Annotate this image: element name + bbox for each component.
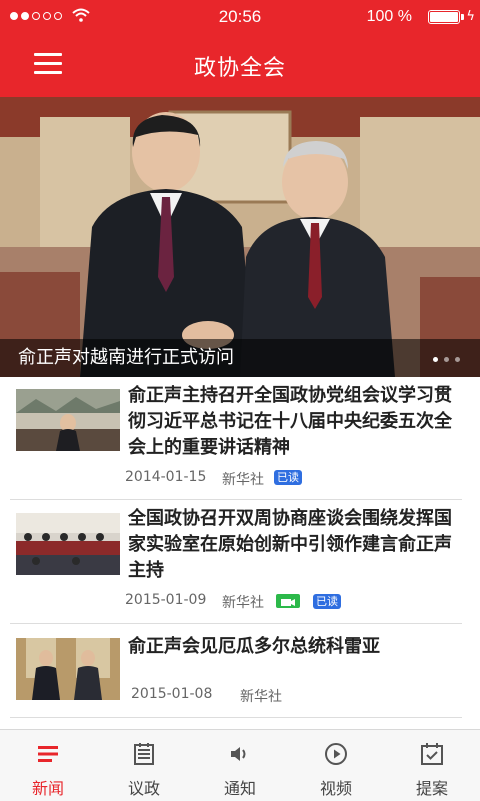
charging-icon: ϟ: [466, 9, 475, 24]
video-camera-icon: [276, 594, 300, 608]
tab-label: 议政: [127, 779, 160, 798]
news-thumbnail: [16, 513, 120, 575]
tab-video[interactable]: 视频: [288, 730, 384, 801]
news-source: 新华社: [240, 689, 282, 705]
proposal-icon: [421, 743, 443, 765]
pager-dot: [444, 357, 449, 362]
battery-percentage: 100 %: [366, 8, 412, 25]
news-thumbnail: [16, 389, 120, 451]
battery-icon: [428, 10, 460, 24]
tab-news[interactable]: 新闻: [0, 730, 96, 801]
news-item[interactable]: 全国政协召开双周协商座谈会围绕发挥国家实验室在原始创新中引领作建言俞正声主持 2…: [10, 500, 462, 624]
news-item[interactable]: 俞正声主持召开全国政协党组会议学习贯彻习近平总书记在十八届中央纪委五次全会上的重…: [10, 377, 462, 500]
play-icon: [325, 743, 347, 765]
app-header: 20:56 100 % ϟ 政协全会: [0, 0, 480, 97]
news-item[interactable]: 俞正声会见厄瓜多尔总统科雷亚 2015-01-08 新华社: [10, 624, 462, 718]
news-date: 2015-01-08: [131, 686, 213, 702]
news-source: 新华社: [222, 472, 264, 488]
tab-proposal[interactable]: 提案: [384, 730, 480, 801]
document-icon: [134, 743, 154, 765]
tab-label: 提案: [415, 779, 448, 798]
carousel-pager: [433, 357, 460, 362]
banner-caption[interactable]: 俞正声对越南进行正式访问: [18, 343, 234, 369]
tab-label: 新闻: [31, 779, 64, 798]
bottom-tab-bar: 新闻 议政 通知 视频 提案: [0, 729, 480, 801]
status-bar: 20:56 100 % ϟ: [0, 0, 480, 34]
news-date: 2014-01-15: [125, 469, 207, 485]
banner-image: [0, 97, 480, 377]
news-thumbnail: [16, 638, 120, 700]
news-headline[interactable]: 俞正声会见厄瓜多尔总统科雷亚: [128, 634, 462, 660]
news-source: 新华社: [222, 595, 264, 611]
news-headline[interactable]: 全国政协召开双周协商座谈会围绕发挥国家实验室在原始创新中引领作建言俞正声主持: [128, 506, 462, 584]
news-headline[interactable]: 俞正声主持召开全国政协党组会议学习贯彻习近平总书记在十八届中央纪委五次全会上的重…: [128, 383, 462, 461]
read-badge: 已读: [313, 594, 341, 609]
news-date: 2015-01-09: [125, 592, 207, 608]
banner-carousel[interactable]: 俞正声对越南进行正式访问: [0, 97, 480, 377]
tab-label: 视频: [319, 779, 352, 798]
tab-notice[interactable]: 通知: [192, 730, 288, 801]
pager-dot: [455, 357, 460, 362]
read-badge: 已读: [274, 470, 302, 485]
page-title: 政协全会: [193, 56, 286, 81]
tab-politics[interactable]: 议政: [96, 730, 192, 801]
speaker-icon: [231, 747, 246, 761]
pager-dot: [433, 357, 438, 362]
news-icon: [38, 746, 58, 762]
tab-label: 通知: [223, 779, 256, 798]
